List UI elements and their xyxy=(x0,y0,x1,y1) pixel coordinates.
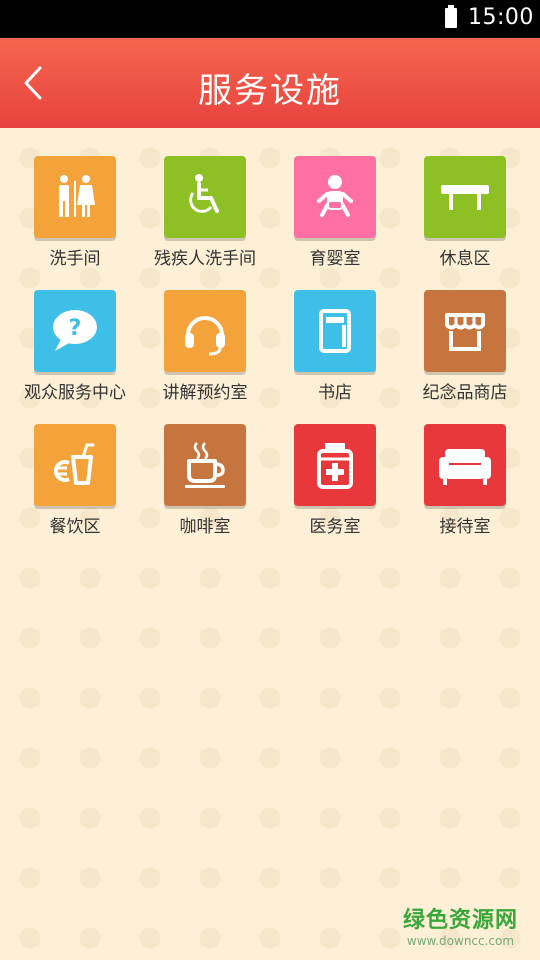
facility-label: 接待室 xyxy=(439,517,491,537)
watermark: 绿色资源网 www.downcc.com xyxy=(403,902,518,948)
shop-icon xyxy=(445,313,485,351)
page-title: 服务设施 xyxy=(198,71,342,111)
facilities-panel: 洗手间 残疾人洗手间 育婴室 休息区 ? 观众服务中心 讲解预约室 书店 纪念品… xyxy=(0,128,540,960)
facility-guide-booking[interactable]: 讲解预约室 xyxy=(140,290,270,406)
restroom-icon xyxy=(59,175,95,217)
facility-tile xyxy=(164,156,246,238)
facility-tile xyxy=(424,424,506,506)
facility-label: 休息区 xyxy=(439,249,491,269)
facility-label: 纪念品商店 xyxy=(422,383,508,403)
baby-icon xyxy=(317,175,353,217)
facility-tile xyxy=(34,424,116,506)
facility-tile xyxy=(294,290,376,372)
facility-rest-area[interactable]: 休息区 xyxy=(400,156,530,272)
bench-icon xyxy=(441,185,489,210)
facilities-grid: 洗手间 残疾人洗手间 育婴室 休息区 ? 观众服务中心 讲解预约室 书店 纪念品… xyxy=(10,156,530,540)
facility-label: 洗手间 xyxy=(49,249,101,269)
facility-tile: ? xyxy=(34,290,116,372)
status-bar: 15:00 xyxy=(0,0,540,38)
drink-icon xyxy=(53,443,95,485)
facility-dining[interactable]: 餐饮区 xyxy=(10,424,140,540)
headset-icon xyxy=(185,316,225,356)
facility-coffee-room[interactable]: 咖啡室 xyxy=(140,424,270,540)
facility-tile xyxy=(34,156,116,238)
facility-clinic[interactable]: 医务室 xyxy=(270,424,400,540)
facility-reception[interactable]: 接待室 xyxy=(400,424,530,540)
app-header: 服务设施 xyxy=(0,38,540,128)
battery-icon xyxy=(445,5,457,28)
facility-label: 书店 xyxy=(318,383,352,403)
watermark-url: www.downcc.com xyxy=(406,934,515,948)
facility-nursery[interactable]: 育婴室 xyxy=(270,156,400,272)
facility-bookstore[interactable]: 书店 xyxy=(270,290,400,406)
facility-tile xyxy=(424,290,506,372)
facility-restroom[interactable]: 洗手间 xyxy=(10,156,140,272)
book-icon xyxy=(319,309,351,353)
facility-label: 残疾人洗手间 xyxy=(154,249,256,269)
facility-label: 咖啡室 xyxy=(179,517,231,537)
facility-tile xyxy=(424,156,506,238)
medicine-icon xyxy=(317,443,353,489)
svg-text:?: ? xyxy=(69,316,82,341)
facility-label: 医务室 xyxy=(309,517,361,537)
status-time: 15:00 xyxy=(468,5,534,30)
wheelchair-icon xyxy=(189,174,219,213)
sofa-icon xyxy=(439,449,491,485)
facility-label: 餐饮区 xyxy=(49,517,101,537)
facility-label: 观众服务中心 xyxy=(24,383,126,403)
facility-tile xyxy=(164,290,246,372)
watermark-main: 绿色资源网 xyxy=(402,908,518,933)
facility-tile xyxy=(164,424,246,506)
facility-label: 育婴室 xyxy=(309,249,361,269)
facility-tile xyxy=(294,424,376,506)
facility-accessible-restroom[interactable]: 残疾人洗手间 xyxy=(140,156,270,272)
help-bubble-icon: ? xyxy=(53,310,97,351)
facility-label: 讲解预约室 xyxy=(162,383,248,403)
facility-visitor-center[interactable]: ? 观众服务中心 xyxy=(10,290,140,406)
coffee-icon xyxy=(185,442,225,488)
facility-souvenir-shop[interactable]: 纪念品商店 xyxy=(400,290,530,406)
facility-tile xyxy=(294,156,376,238)
